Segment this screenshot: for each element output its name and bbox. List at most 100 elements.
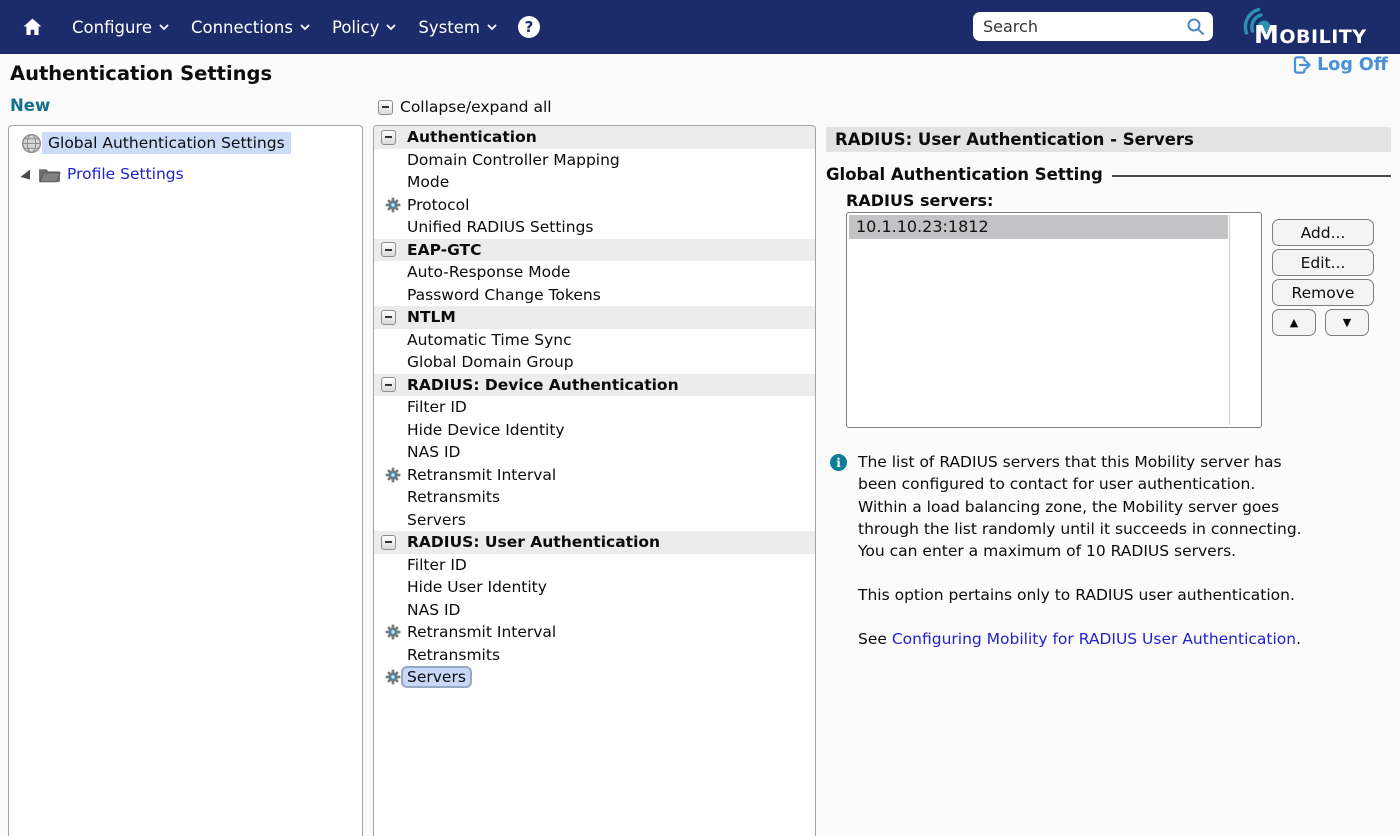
add-button[interactable]: Add... bbox=[1272, 219, 1374, 246]
section-item-label[interactable]: Domain Controller Mapping bbox=[407, 151, 620, 169]
section-title: RADIUS: User Authentication bbox=[407, 533, 660, 551]
section-item[interactable]: Hide Device Identity bbox=[374, 419, 815, 442]
collapse-icon[interactable] bbox=[378, 100, 393, 115]
gear-icon bbox=[385, 467, 401, 487]
section-header[interactable]: Authentication bbox=[374, 126, 815, 149]
section-item[interactable]: Automatic Time Sync bbox=[374, 329, 815, 352]
search-icon[interactable] bbox=[1186, 17, 1205, 36]
section-item-label[interactable]: Servers bbox=[407, 511, 466, 529]
section-title: NTLM bbox=[407, 308, 456, 326]
search-input[interactable] bbox=[983, 17, 1186, 36]
gear-icon bbox=[385, 197, 401, 217]
remove-button[interactable]: Remove bbox=[1272, 279, 1374, 306]
section-item[interactable]: Retransmits bbox=[374, 486, 815, 509]
top-navbar: Configure Connections Policy System ? MOBIL… bbox=[0, 0, 1400, 54]
section-item[interactable]: Retransmits bbox=[374, 644, 815, 667]
section-item-label[interactable]: Retransmit Interval bbox=[407, 623, 556, 641]
section-item-label[interactable]: Hide Device Identity bbox=[407, 421, 565, 439]
tree-item-label[interactable]: Profile Settings bbox=[61, 163, 190, 185]
section-item[interactable]: Servers bbox=[374, 666, 815, 689]
section-item[interactable]: Hide User Identity bbox=[374, 576, 815, 599]
section-header[interactable]: NTLM bbox=[374, 306, 815, 329]
section-item[interactable]: Global Domain Group bbox=[374, 351, 815, 374]
log-off-icon bbox=[1292, 55, 1312, 75]
section-item-label[interactable]: Global Domain Group bbox=[407, 353, 574, 371]
tree-item-label[interactable]: Global Authentication Settings bbox=[42, 132, 291, 154]
radius-servers-listbox[interactable]: 10.1.10.23:1812 bbox=[846, 212, 1262, 428]
collapse-icon[interactable] bbox=[381, 242, 396, 257]
collapse-icon[interactable] bbox=[381, 310, 396, 325]
info-paragraph-1: The list of RADIUS servers that this Mob… bbox=[858, 451, 1400, 562]
section-item[interactable]: Mode bbox=[374, 171, 815, 194]
nav-menu-policy[interactable]: Policy bbox=[321, 10, 407, 45]
log-off-link[interactable]: Log Off bbox=[1292, 55, 1388, 75]
globe-icon bbox=[21, 133, 42, 154]
section-item[interactable]: Domain Controller Mapping bbox=[374, 149, 815, 172]
nav-menu-system[interactable]: System bbox=[407, 10, 508, 45]
section-item-label[interactable]: NAS ID bbox=[407, 443, 460, 461]
nav-menu-configure[interactable]: Configure bbox=[61, 10, 180, 45]
section-item-label[interactable]: Servers bbox=[401, 666, 472, 688]
section-item[interactable]: NAS ID bbox=[374, 441, 815, 464]
section-item-label[interactable]: NAS ID bbox=[407, 601, 460, 619]
section-item[interactable]: Protocol bbox=[374, 194, 815, 217]
new-link[interactable]: New bbox=[10, 96, 50, 115]
settings-list-panel: Authentication Domain Controller Mapping M… bbox=[373, 125, 816, 836]
gear-icon bbox=[385, 624, 401, 644]
collapse-icon[interactable] bbox=[381, 130, 396, 145]
section-item-label[interactable]: Mode bbox=[407, 173, 449, 191]
section-item[interactable]: Filter ID bbox=[374, 554, 815, 577]
section-header[interactable]: RADIUS: Device Authentication bbox=[374, 374, 815, 397]
section-header[interactable]: EAP-GTC bbox=[374, 239, 815, 262]
section-item-label[interactable]: Retransmit Interval bbox=[407, 466, 556, 484]
section-item-label[interactable]: Retransmits bbox=[407, 646, 500, 664]
section-item-label[interactable]: Filter ID bbox=[407, 556, 467, 574]
section-item[interactable]: Servers bbox=[374, 509, 815, 532]
group-label: Global Authentication Setting bbox=[826, 165, 1103, 184]
chevron-down-icon bbox=[487, 24, 497, 31]
section-header[interactable]: RADIUS: User Authentication bbox=[374, 531, 815, 554]
section-item-label[interactable]: Password Change Tokens bbox=[407, 286, 601, 304]
nav-menu-connections[interactable]: Connections bbox=[180, 10, 321, 45]
nav-menu-label: Connections bbox=[191, 18, 293, 37]
section-item-label[interactable]: Unified RADIUS Settings bbox=[407, 218, 593, 236]
collapse-expand-all[interactable]: Collapse/expand all bbox=[378, 98, 552, 116]
nav-menu-label: Configure bbox=[72, 18, 152, 37]
nav-menu-label: Policy bbox=[332, 18, 379, 37]
log-off-label: Log Off bbox=[1317, 55, 1388, 75]
home-icon[interactable] bbox=[22, 17, 43, 37]
section-item[interactable]: Retransmit Interval bbox=[374, 464, 815, 487]
section-item-label[interactable]: Protocol bbox=[407, 196, 469, 214]
edit-button[interactable]: Edit... bbox=[1272, 249, 1374, 276]
section-item[interactable]: Retransmit Interval bbox=[374, 621, 815, 644]
section-item-label[interactable]: Auto-Response Mode bbox=[407, 263, 570, 281]
doc-link[interactable]: Configuring Mobility for RADIUS User Aut… bbox=[892, 630, 1296, 648]
move-down-button[interactable]: ▼ bbox=[1325, 309, 1369, 336]
server-list-item[interactable]: 10.1.10.23:1812 bbox=[849, 215, 1228, 239]
section-item[interactable]: Unified RADIUS Settings bbox=[374, 216, 815, 239]
section-item-label[interactable]: Hide User Identity bbox=[407, 578, 547, 596]
section-title: Authentication bbox=[407, 128, 537, 146]
section-item[interactable]: Auto-Response Mode bbox=[374, 261, 815, 284]
tree-item[interactable]: Profile Settings bbox=[9, 160, 362, 188]
nav-menus: Configure Connections Policy System bbox=[61, 10, 508, 45]
collapse-icon[interactable] bbox=[381, 535, 396, 550]
section-item[interactable]: NAS ID bbox=[374, 599, 815, 622]
tree-item[interactable]: Global Authentication Settings bbox=[9, 129, 362, 157]
section-item-label[interactable]: Retransmits bbox=[407, 488, 500, 506]
section-item-label[interactable]: Filter ID bbox=[407, 398, 467, 416]
collapse-icon[interactable] bbox=[381, 377, 396, 392]
logo-text: MOBILITY bbox=[1254, 20, 1367, 49]
section-item-label[interactable]: Automatic Time Sync bbox=[407, 331, 572, 349]
chevron-down-icon bbox=[159, 24, 169, 31]
section-title: EAP-GTC bbox=[407, 241, 482, 259]
section-item[interactable]: Password Change Tokens bbox=[374, 284, 815, 307]
chevron-down-icon bbox=[386, 24, 396, 31]
folder-icon bbox=[38, 165, 61, 184]
info-paragraph-2: This option pertains only to RADIUS user… bbox=[858, 584, 1400, 606]
radius-servers-label: RADIUS servers: bbox=[846, 191, 993, 210]
help-icon[interactable]: ? bbox=[518, 16, 540, 38]
section-item[interactable]: Filter ID bbox=[374, 396, 815, 419]
expander-icon[interactable] bbox=[19, 168, 32, 181]
move-up-button[interactable]: ▲ bbox=[1272, 309, 1316, 336]
